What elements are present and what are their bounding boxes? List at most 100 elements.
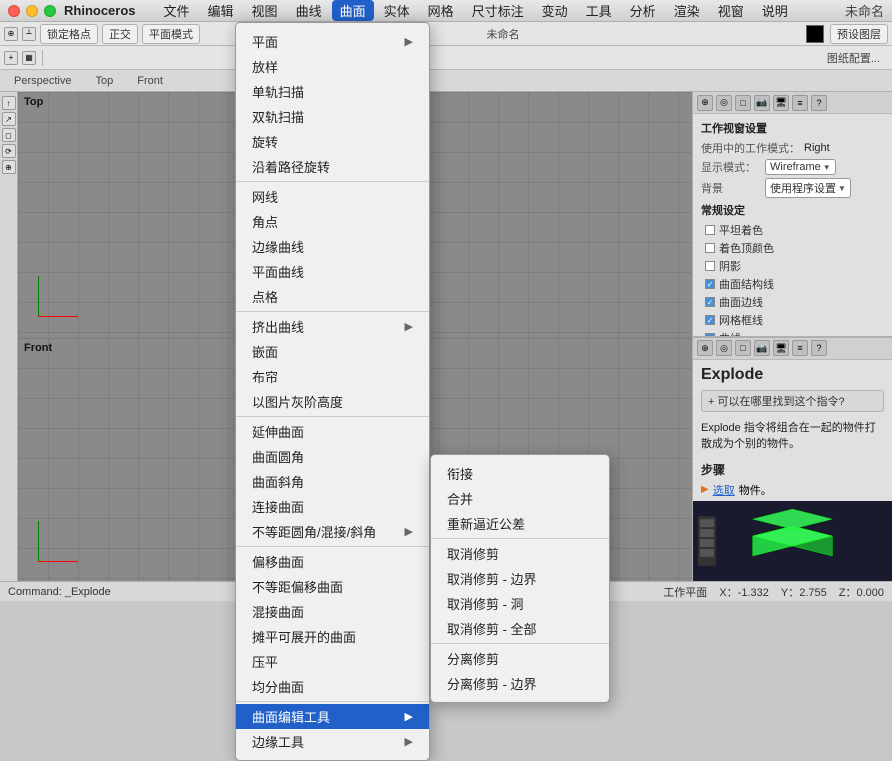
submenu1-refit[interactable]: 重新逼近公差 xyxy=(431,511,609,536)
menu-revolve[interactable]: 旋转 xyxy=(236,129,429,154)
display-dropdown[interactable]: Wireframe ▼ xyxy=(765,159,836,175)
menu-offset-srf[interactable]: 偏移曲面 xyxy=(236,549,429,574)
viewport-options-btn[interactable]: ▦ xyxy=(22,51,36,65)
menu-point-grid[interactable]: 点格 xyxy=(236,284,429,309)
rp-icon-b7[interactable]: ? xyxy=(811,340,827,356)
menu-help[interactable]: 说明 xyxy=(754,0,796,21)
lock-point-btn[interactable]: 锁定格点 xyxy=(40,24,98,44)
submenu1-untrim-hole[interactable]: 取消修剪 - 洞 xyxy=(431,591,609,616)
maximize-button[interactable] xyxy=(44,5,56,17)
menu-extrude[interactable]: 挤出曲线 ▶ xyxy=(236,314,429,339)
menu-curve[interactable]: 曲线 xyxy=(288,0,330,21)
menu-tools[interactable]: 工具 xyxy=(578,0,620,21)
menu-solid[interactable]: 实体 xyxy=(376,0,418,21)
tab-top[interactable]: Top xyxy=(89,73,119,89)
menu-loft[interactable]: 放样 xyxy=(236,54,429,79)
menu-rail-revolve[interactable]: 沿着路径旋转 xyxy=(236,154,429,179)
drawing-settings-btn[interactable]: 图纸配置... xyxy=(827,50,880,66)
menu-chamfer-srf[interactable]: 曲面斜角 xyxy=(236,469,429,494)
rp-icon-b3[interactable]: □ xyxy=(735,340,751,356)
rp-icon-b1[interactable]: ⊕ xyxy=(697,340,713,356)
menu-plane-curve[interactable]: 平面曲线 xyxy=(236,259,429,284)
ortho-toggle[interactable]: ┴ xyxy=(22,27,36,41)
menu-drape[interactable]: 布帘 xyxy=(236,364,429,389)
submenu1-untrim-all[interactable]: 取消修剪 - 全部 xyxy=(431,616,609,641)
menu-corner-pt[interactable]: 角点 xyxy=(236,209,429,234)
add-viewport-btn[interactable]: + xyxy=(4,51,18,65)
submenu1-section3: 分离修剪 分离修剪 - 边界 xyxy=(431,644,609,698)
cb-surface-edge-box[interactable]: ✓ xyxy=(705,297,715,307)
menu-dimension[interactable]: 尺寸标注 xyxy=(464,0,532,21)
submenu1-merge[interactable]: 合并 xyxy=(431,486,609,511)
rp-icon-b2[interactable]: ◎ xyxy=(716,340,732,356)
submenu1-match[interactable]: 衔接 xyxy=(431,461,609,486)
menu-view[interactable]: 视图 xyxy=(244,0,286,21)
menu-merge-srf[interactable]: 连接曲面 xyxy=(236,494,429,519)
menu-network[interactable]: 网线 xyxy=(236,184,429,209)
cb-surface-struct-box[interactable]: ✓ xyxy=(705,279,715,289)
rp-icon-4[interactable]: 📷 xyxy=(754,95,770,111)
rp-icon-1[interactable]: ⊕ xyxy=(697,95,713,111)
tab-perspective[interactable]: Perspective xyxy=(8,73,77,89)
surface-menu[interactable]: 平面 ▶ 放样 单轨扫描 双轨扫描 旋转 沿着路径旋转 网线 xyxy=(235,22,430,761)
menu-planar[interactable]: 平面 ▶ xyxy=(236,29,429,54)
cb-mesh-frame-box[interactable]: ✓ xyxy=(705,315,715,325)
submenu1-detach-trim-border[interactable]: 分离修剪 - 边界 xyxy=(431,671,609,696)
left-tool-5[interactable]: ⊕ xyxy=(2,160,16,174)
surface-edit-submenu[interactable]: 衔接 合并 重新逼近公差 取消修剪 取消修剪 - 边界 取消修剪 - 洞 取消修… xyxy=(430,454,610,703)
minimize-button[interactable] xyxy=(26,5,38,17)
submenu1-detach-trim[interactable]: 分离修剪 xyxy=(431,646,609,671)
menu-fillet-srf[interactable]: 曲面圆角 xyxy=(236,444,429,469)
menu-viewport[interactable]: 视窗 xyxy=(710,0,752,21)
menu-file[interactable]: 文件 xyxy=(156,0,198,21)
tab-front[interactable]: Front xyxy=(131,73,169,89)
rp-icon-b4[interactable]: 📷 xyxy=(754,340,770,356)
layer-btn[interactable]: 预设图层 xyxy=(830,24,888,44)
left-tool-2[interactable]: ↗ xyxy=(2,112,16,126)
ortho-btn[interactable]: 正交 xyxy=(102,24,138,44)
rp-icon-7[interactable]: ? xyxy=(811,95,827,111)
left-tool-3[interactable]: ◻ xyxy=(2,128,16,142)
background-dropdown[interactable]: 使用程序设置 ▼ xyxy=(765,178,851,198)
menu-plane-curve-label: 平面曲线 xyxy=(252,262,304,281)
menu-sweep2[interactable]: 双轨扫描 xyxy=(236,104,429,129)
rp-icon-2[interactable]: ◎ xyxy=(716,95,732,111)
color-swatch[interactable] xyxy=(806,25,824,43)
menu-divide-srf[interactable]: 均分曲面 xyxy=(236,674,429,699)
rp-icon-5[interactable]: 🖥 xyxy=(773,95,789,111)
cb-shadow-box[interactable] xyxy=(705,261,715,271)
menu-patch[interactable]: 嵌面 xyxy=(236,339,429,364)
close-button[interactable] xyxy=(8,5,20,17)
left-tool-1[interactable]: ↑ xyxy=(2,96,16,110)
cb-shading-top-box[interactable] xyxy=(705,243,715,253)
rp-icon-b6[interactable]: ≡ xyxy=(792,340,808,356)
cb-flat-shading-box[interactable] xyxy=(705,225,715,235)
menu-render[interactable]: 渲染 xyxy=(666,0,708,21)
explode-find-btn[interactable]: + 可以在哪里找到这个指令? xyxy=(701,390,884,412)
menu-srf-edit-tools[interactable]: 曲面编辑工具 ▶ xyxy=(236,704,429,729)
menu-edit[interactable]: 编辑 xyxy=(200,0,242,21)
snap-toggle[interactable]: ⊕ xyxy=(4,27,18,41)
menu-var-fillet[interactable]: 不等距圆角/混接/斜角 ▶ xyxy=(236,519,429,544)
planar-btn[interactable]: 平面模式 xyxy=(142,24,200,44)
menu-mesh[interactable]: 网格 xyxy=(420,0,462,21)
submenu1-untrim-border[interactable]: 取消修剪 - 边界 xyxy=(431,566,609,591)
menu-unroll[interactable]: 摊平可展开的曲面 xyxy=(236,624,429,649)
menu-flatten[interactable]: 压平 xyxy=(236,649,429,674)
menu-edge-tools[interactable]: 边缘工具 ▶ xyxy=(236,729,429,754)
step1-link[interactable]: 选取 xyxy=(713,482,735,498)
menu-extend-srf[interactable]: 延伸曲面 xyxy=(236,419,429,444)
menu-var-offset[interactable]: 不等距偏移曲面 xyxy=(236,574,429,599)
rp-icon-b5[interactable]: 🖥 xyxy=(773,340,789,356)
menu-surface[interactable]: 曲面 xyxy=(332,0,374,21)
menu-analysis[interactable]: 分析 xyxy=(622,0,664,21)
menu-blend-srf[interactable]: 混接曲面 xyxy=(236,599,429,624)
menu-transform[interactable]: 变动 xyxy=(534,0,576,21)
left-tool-4[interactable]: ⟳ xyxy=(2,144,16,158)
menu-heightfield[interactable]: 以图片灰阶高度 xyxy=(236,389,429,414)
rp-icon-6[interactable]: ≡ xyxy=(792,95,808,111)
menu-sweep1[interactable]: 单轨扫描 xyxy=(236,79,429,104)
menu-edge-curve[interactable]: 边缘曲线 xyxy=(236,234,429,259)
rp-icon-3[interactable]: □ xyxy=(735,95,751,111)
submenu1-untrim[interactable]: 取消修剪 xyxy=(431,541,609,566)
